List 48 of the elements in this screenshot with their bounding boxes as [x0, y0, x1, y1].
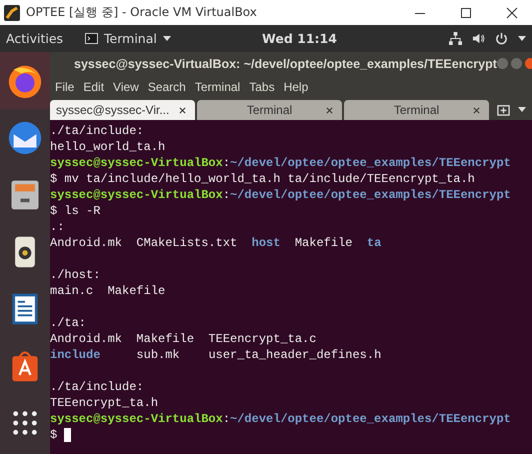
menu-item[interactable]: Search: [148, 80, 186, 94]
terminal-tab[interactable]: syssec@syssec-Vir...: [50, 100, 195, 120]
menu-item[interactable]: Terminal: [194, 80, 240, 94]
new-tab-icon[interactable]: [497, 102, 510, 116]
caret-icon[interactable]: [518, 36, 526, 41]
text-cursor: [64, 428, 72, 442]
close-icon[interactable]: [326, 107, 333, 114]
prompt-line: syssec@syssec-VirtualBox:~/devel/optee/optee_examples/TEEencrypt: [50, 411, 511, 427]
prompt-line: syssec@syssec-VirtualBox:~/devel/optee/optee_examples/TEEencrypt: [50, 155, 511, 171]
menu-item[interactable]: Tabs: [249, 80, 275, 94]
prompt-line: syssec@syssec-VirtualBox:~/devel/optee/optee_examples/TEEencrypt: [50, 187, 511, 203]
output-line: ./ta:: [50, 315, 86, 331]
output-line: include sub.mk user_ta_header_defines.h: [50, 347, 382, 363]
app-grid-icon[interactable]: [11, 408, 39, 436]
power-icon[interactable]: [495, 32, 508, 45]
terminal-icon: [85, 33, 98, 44]
caret-icon[interactable]: [518, 106, 526, 112]
command-line: $ ls -R: [50, 203, 100, 219]
close-icon[interactable]: [473, 107, 480, 114]
network-icon[interactable]: [449, 32, 462, 45]
terminal-tab[interactable]: Terminal: [344, 100, 489, 120]
window-title: OPTEE [실행 중] - Oracle VM VirtualBox: [26, 4, 257, 21]
app-menu[interactable]: Terminal: [104, 31, 157, 46]
input-line: $: [50, 427, 58, 443]
terminal-tab[interactable]: Terminal: [197, 100, 342, 120]
output-line: Android.mk Makefile TEEencrypt_ta.c: [50, 331, 316, 347]
output-line: ./host:: [50, 267, 100, 283]
output-line: ./ta/include:: [50, 123, 144, 139]
menu-item[interactable]: Edit: [83, 80, 104, 94]
clock[interactable]: Wed 11:14: [262, 31, 337, 46]
output-line: main.c Makefile: [50, 283, 166, 299]
caret-icon[interactable]: [162, 36, 171, 41]
close-icon[interactable]: [179, 107, 186, 114]
output-line: .:: [50, 219, 64, 235]
command-line: $ mv ta/include/hello_world_ta.h ta/include/TEEencrypt_ta.h: [50, 171, 475, 187]
app-logo-icon: [4, 4, 20, 20]
menu-item[interactable]: File: [55, 80, 74, 94]
activities-button[interactable]: Activities: [6, 31, 64, 46]
output-line: Android.mk CMakeLists.txt host Makefile ta: [50, 235, 382, 251]
volume-icon[interactable]: [472, 32, 485, 45]
menu-item[interactable]: View: [113, 80, 139, 94]
close-icon[interactable]: [506, 6, 518, 18]
terminal-title: syssec@syssec-VirtualBox: ~/devel/optee/optee_examples/TEEencrypt: [74, 56, 497, 70]
output-line: ./ta/include:: [50, 379, 144, 395]
output-line: TEEencrypt_ta.h: [50, 395, 158, 411]
output-line: hello_world_ta.h: [50, 139, 166, 155]
menu-item[interactable]: Help: [284, 80, 308, 94]
maximize-icon[interactable]: [460, 6, 472, 18]
